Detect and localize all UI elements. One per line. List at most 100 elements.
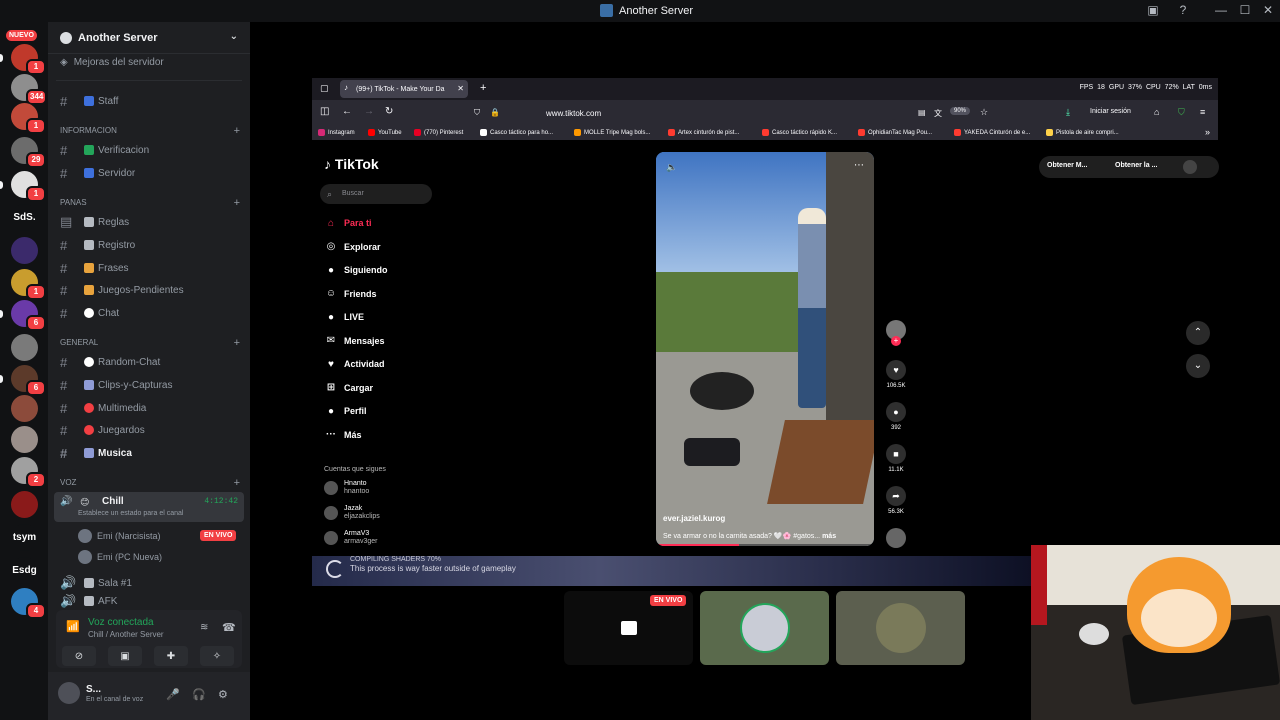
server-boosts[interactable]: ◈ Mejoras del servidor [60,57,164,68]
avatar[interactable] [58,682,80,704]
login-button[interactable]: Iniciar sesión [1090,108,1131,115]
soundboard-button[interactable]: ✧ [200,646,234,666]
headphones-icon[interactable]: 🎧 [192,688,206,701]
server-icon[interactable] [11,334,38,361]
tiktok-nav-item[interactable]: ● LIVE [324,310,364,324]
tab-overview-icon[interactable]: ▢ [320,83,329,94]
minimize-button[interactable]: — [1213,3,1229,17]
maximize-button[interactable]: ☐ [1237,3,1253,17]
category-general[interactable]: GENERAL + [60,337,240,349]
channel-staff[interactable]: # Staff [54,91,244,111]
download-icon[interactable]: ⤓ [1066,107,1070,118]
save-action[interactable]: ■ 11.1K [882,444,910,473]
search-input[interactable]: ⌕ Buscar [320,184,432,204]
shield-icon[interactable]: ⛉ [474,108,480,118]
voice-connected-status[interactable]: Voz conectada [88,617,154,628]
participant-tile[interactable] [836,591,965,665]
new-tab-button[interactable]: + [480,82,486,94]
tiktok-nav-item[interactable]: ⊞ Cargar [324,381,373,395]
channel-frases[interactable]: # Frases [54,258,244,278]
bookmark-item[interactable]: YAKEDA Cinturón de e... [954,129,1030,136]
voice-user[interactable]: Emi (Narcisista) [78,529,161,543]
server-icon[interactable]: Esdg [11,557,38,584]
channel-juegardos[interactable]: # Juegardos [54,420,244,440]
tiktok-nav-item[interactable]: ♥ Actividad [324,357,384,371]
channel-reglas[interactable]: ▤ Reglas [54,212,244,232]
get-app-button[interactable]: Obtener M... [1047,162,1087,169]
voice-channel-sala-1[interactable]: 🔊 Sala #1 [54,573,244,593]
voice-location[interactable]: Chill / Another Server [88,630,164,639]
share-screen-button[interactable]: ▣ [108,646,142,666]
following-account[interactable]: Hnanto hnantoo [324,480,369,496]
category-informacion[interactable]: INFORMACION + [60,125,240,137]
video-player[interactable]: 🔈 ⋯ ever.jaziel.kurog Se va armar o no l… [656,152,874,546]
close-button[interactable]: ✕ [1260,3,1276,17]
server-icon[interactable]: tsym [11,524,38,551]
add-channel-icon[interactable]: + [234,125,240,137]
channel-verificacion[interactable]: # Verificacion [54,140,244,160]
add-channel-icon[interactable]: + [234,337,240,349]
bookmark-item[interactable]: (770) Pinterest [414,129,463,136]
next-video-button[interactable]: ⌄ [1186,354,1210,378]
participant-tile[interactable] [700,591,829,665]
channel-juegos-pendientes[interactable]: # Juegos-Pendientes [54,280,244,300]
reload-icon[interactable]: ↻ [385,106,393,117]
translate-icon[interactable]: 文 [934,108,942,119]
video-off-button[interactable]: ⊘ [62,646,96,666]
voice-channel-chill[interactable]: 🔊 😊 Chill 4:12:42 Establece un estado pa… [54,492,244,522]
server-header[interactable]: Another Server ⌄ [48,22,250,54]
voice-channel-status[interactable]: Establece un estado para el canal [78,510,183,517]
server-icon[interactable] [11,395,38,422]
get-app-button-2[interactable]: Obtener la ... [1115,162,1157,169]
gear-icon[interactable]: ⚙ [218,688,228,701]
channel-registro[interactable]: # Registro [54,235,244,255]
following-account[interactable]: ArmaV3 armav3ger [324,530,377,546]
tiktok-nav-item[interactable]: ⌂ Para ti [324,216,372,230]
tiktok-nav-item[interactable]: ✉ Mensajes [324,334,385,348]
bookmark-item[interactable]: MOLLE Tripe Mag bols... [574,129,650,136]
inbox-icon[interactable]: ▣ [1145,3,1161,17]
server-icon[interactable] [11,426,38,453]
channel-multimedia[interactable]: # Multimedia [54,398,244,418]
bookmark-item[interactable]: Casco táctico para ho... [480,129,553,136]
tiktok-nav-item[interactable]: ● Siguiendo [324,263,388,277]
bookmark-item[interactable]: Pistola de aire compri... [1046,129,1119,136]
following-account[interactable]: Jazak eljazakclips [324,505,380,521]
volume-icon[interactable]: 🔈 [666,162,677,173]
previous-video-button[interactable]: ⌃ [1186,321,1210,345]
follow-plus-icon[interactable]: + [891,336,901,346]
sidebar-toggle-icon[interactable]: ◫ [320,106,329,117]
help-icon[interactable]: ? [1175,3,1191,17]
channel-servidor[interactable]: # Servidor [54,163,244,183]
vpn-icon[interactable]: ⛉ [1178,107,1185,118]
category-panas[interactable]: PANAS + [60,197,240,209]
share-action[interactable]: ➦ 56.3K [882,486,910,515]
server-icon[interactable] [11,491,38,518]
reader-view-icon[interactable]: ▤ [918,108,926,117]
bookmark-item[interactable]: Casco táctico rápido K... [762,129,837,136]
bookmark-star-icon[interactable]: ☆ [980,107,988,118]
caption-more-link[interactable]: más [822,533,836,540]
noise-suppression-icon[interactable]: ≋ [200,622,208,633]
server-icon[interactable]: SdS. [11,204,38,231]
sound-disc[interactable] [882,528,910,548]
video-progress[interactable] [656,544,874,546]
channel-random-chat[interactable]: # Random-Chat [54,352,244,372]
tiktok-nav-item[interactable]: ● Perfil [324,404,367,418]
back-icon[interactable]: ← [342,106,352,117]
voice-channel-afk[interactable]: 🔊 AFK [54,594,244,608]
forward-icon[interactable]: → [364,106,374,117]
menu-icon[interactable]: ≡ [1200,107,1205,117]
stream-tile[interactable]: EN VIVO [564,591,693,665]
category-voz[interactable]: VOZ + [60,477,240,489]
video-author[interactable]: ever.jaziel.kurog [663,514,725,523]
tiktok-nav-item[interactable]: ☺ Friends [324,287,377,301]
server-icon[interactable] [11,237,38,264]
url-bar[interactable]: www.tiktok.com [472,104,992,122]
bookmark-item[interactable]: OphidianTac Mag Pou... [858,129,932,136]
add-channel-icon[interactable]: + [234,197,240,209]
voice-user[interactable]: Emi (PC Nueva) [78,550,162,564]
extensions-icon[interactable]: ⌂ [1154,107,1159,117]
zoom-level[interactable]: 90% [950,107,971,115]
more-options-icon[interactable]: ⋯ [854,160,864,171]
